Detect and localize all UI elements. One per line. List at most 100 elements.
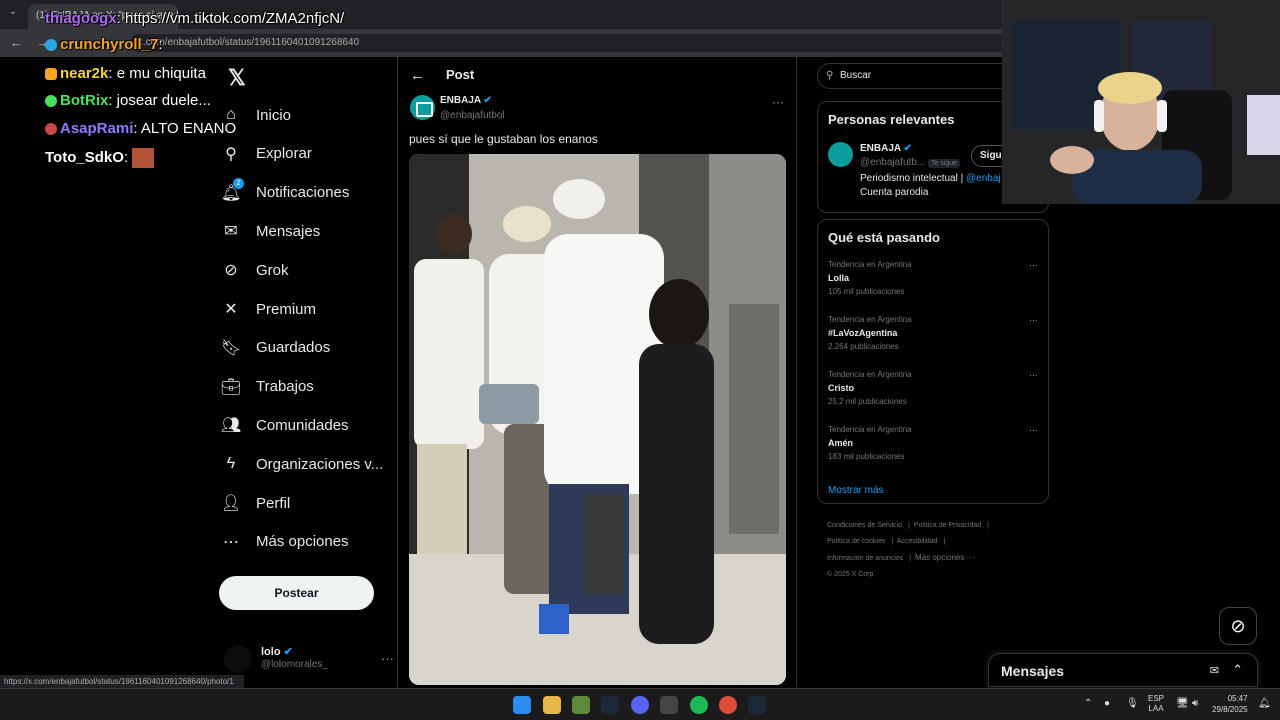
sidebar-item-notificaciones[interactable]: 🔔︎ 2 Notificaciones bbox=[220, 177, 395, 209]
sidebar-item-guardados[interactable]: 🔖︎ Guardados bbox=[220, 332, 395, 364]
badge-icon bbox=[45, 123, 57, 136]
new-message-icon[interactable]: ✉ bbox=[1210, 664, 1219, 677]
sidebar-item-trabajos[interactable]: 💼︎ Trabajos bbox=[220, 371, 395, 403]
trend-item[interactable]: Tendencia en Argentina #LaVozAgentina 2.26… bbox=[828, 315, 1038, 365]
footer-link[interactable]: Política de cookies bbox=[827, 538, 885, 545]
sidebar-item-más-opciones[interactable]: ⋯ Más opciones bbox=[220, 526, 395, 558]
app-icon[interactable] bbox=[572, 696, 590, 714]
post-button[interactable]: Postear bbox=[219, 576, 374, 610]
grok-button[interactable]: ⊘ bbox=[1219, 607, 1257, 645]
more-dots-icon[interactable]: ··· bbox=[1029, 370, 1038, 380]
volume-icon[interactable]: 🔊︎ bbox=[1192, 698, 1198, 709]
trend-item[interactable]: Tendencia en Argentina Cristo 25,2 mil pub… bbox=[828, 370, 1038, 420]
chat-message: crunchyroll_7: bbox=[45, 36, 163, 53]
footer-link[interactable]: Más opciones ··· bbox=[915, 553, 975, 562]
steam-icon[interactable] bbox=[601, 696, 619, 714]
relevant-bio-line2: Cuenta parodia bbox=[860, 187, 929, 198]
chat-text: : bbox=[158, 36, 163, 53]
photo-image bbox=[409, 154, 786, 685]
sidebar-item-premium[interactable]: ✕ Premium bbox=[220, 293, 395, 325]
badge-icon bbox=[45, 68, 57, 81]
trend-context: Tendencia en Argentina bbox=[828, 425, 912, 434]
show-more-link[interactable]: Mostrar más bbox=[828, 485, 884, 496]
trend-count: 105 mil publicaciones bbox=[828, 287, 905, 296]
microphone-icon[interactable]: 🎙︎ bbox=[1126, 698, 1139, 709]
sidebar-item-organizaciones-v[interactable]: ϟ Organizaciones v... bbox=[220, 448, 395, 480]
bell-icon: 🔔︎ 2 bbox=[220, 177, 244, 204]
author-avatar[interactable] bbox=[410, 95, 435, 120]
relevant-title: Personas relevantes bbox=[828, 112, 955, 127]
sidebar-item-perfil[interactable]: 👤︎ Perfil bbox=[220, 487, 395, 519]
footer-link[interactable]: Condiciones de Servicio bbox=[827, 522, 902, 529]
file-explorer-icon[interactable] bbox=[543, 696, 561, 714]
footer-link[interactable]: Información de anuncios bbox=[827, 555, 903, 562]
post-text: pues sí que le gustaban los enanos bbox=[409, 132, 598, 146]
steam-icon[interactable] bbox=[748, 696, 766, 714]
obs-icon[interactable] bbox=[660, 696, 678, 714]
chat-username: AsapRami bbox=[60, 120, 134, 137]
back-arrow-icon[interactable]: ← bbox=[410, 67, 425, 84]
relevant-avatar[interactable] bbox=[828, 142, 853, 167]
stream-chat-overlay: thiagoogx: https://vm.tiktok.com/ZMA2nfj… bbox=[0, 0, 400, 175]
tray-chevron-icon[interactable]: ⌃ bbox=[1084, 698, 1092, 709]
trend-item[interactable]: Tendencia en Argentina Amén 183 mil public… bbox=[828, 425, 1038, 475]
author-name[interactable]: ENBAJA ✔ bbox=[440, 95, 492, 106]
trends-box: Qué está pasando Tendencia en Argentina L… bbox=[817, 219, 1049, 504]
avatar bbox=[224, 645, 252, 673]
clock[interactable]: 05:47 29/8/2025 bbox=[1212, 693, 1248, 715]
sidebar-item-label: Organizaciones v... bbox=[256, 455, 384, 473]
windows-start-icon[interactable] bbox=[513, 696, 531, 714]
verified-icon: ✔ bbox=[903, 143, 912, 154]
chrome-icon[interactable] bbox=[719, 696, 737, 714]
grok-icon: ⊘ bbox=[224, 262, 238, 280]
bio-link[interactable]: @enbaj bbox=[966, 173, 1001, 184]
chat-text: : bbox=[123, 148, 129, 166]
author-handle[interactable]: @enbajafutbol bbox=[440, 110, 505, 121]
sidebar-item-comunidades[interactable]: 👥︎ Comunidades bbox=[220, 409, 395, 441]
chat-message: near2k: e mu chiquita bbox=[45, 65, 206, 82]
trend-name: #LaVozAgentina bbox=[828, 328, 898, 338]
sidebar-item-label: Más opciones bbox=[256, 533, 349, 551]
chat-text: : josear duele... bbox=[108, 92, 211, 109]
more-dots-icon[interactable]: ··· bbox=[1029, 260, 1038, 270]
chat-username: Toto_SdkO bbox=[45, 148, 124, 166]
spotify-icon[interactable] bbox=[690, 696, 708, 714]
relevant-bio: Periodismo intelectual | @enbaj bbox=[860, 173, 1001, 184]
messages-drawer[interactable]: Mensajes ✉ ⌃ bbox=[988, 653, 1258, 687]
sidebar-item-mensajes[interactable]: ✉ Mensajes bbox=[220, 215, 395, 247]
post-photo[interactable] bbox=[409, 154, 786, 685]
footer-link[interactable]: Accesibilidad bbox=[897, 538, 938, 545]
expand-icon[interactable]: ⌃ bbox=[1232, 662, 1243, 678]
trend-name: Amén bbox=[828, 438, 854, 448]
more-dots-icon[interactable]: ··· bbox=[1029, 425, 1038, 435]
more-dots-icon[interactable]: ··· bbox=[381, 651, 394, 666]
footer-link[interactable]: Política de Privacidad bbox=[914, 522, 981, 529]
trend-item[interactable]: Tendencia en Argentina Lolla 105 mil publi… bbox=[828, 260, 1038, 310]
chat-message: thiagoogx: https://vm.tiktok.com/ZMA2nfj… bbox=[45, 10, 344, 27]
verified-icon: ✔ bbox=[483, 95, 492, 106]
verified-icon: ✔ bbox=[283, 646, 293, 658]
more-dots-icon[interactable]: ··· bbox=[772, 95, 784, 109]
account-switcher[interactable]: lolo ✔ @lolomorales_ ··· bbox=[224, 637, 394, 677]
trend-count: 25,2 mil publicaciones bbox=[828, 397, 907, 406]
copyright-text: © 2025 X Corp. bbox=[827, 571, 876, 578]
sidebar-item-grok[interactable]: ⊘ Grok bbox=[220, 254, 395, 286]
tray-app-icon[interactable]: ● bbox=[1104, 698, 1110, 709]
search-placeholder: Buscar bbox=[840, 70, 872, 81]
notification-icon[interactable]: 🔔︎ bbox=[1258, 698, 1271, 709]
network-icon[interactable]: 🖥︎ bbox=[1176, 698, 1189, 709]
discord-icon[interactable] bbox=[631, 696, 649, 714]
sidebar-item-label: Notificaciones bbox=[256, 184, 350, 202]
chat-username: crunchyroll_7 bbox=[60, 36, 159, 53]
language-indicator[interactable]: ESP LAA bbox=[1148, 694, 1164, 714]
webcam-overlay bbox=[1002, 0, 1280, 204]
post-header: ← Post bbox=[398, 57, 798, 93]
search-input[interactable]: ⚲ Buscar bbox=[817, 63, 1017, 89]
chat-text: : e mu chiquita bbox=[108, 65, 206, 82]
status-bar-url: https://x.com/enbajafutbol/status/196116… bbox=[0, 675, 244, 688]
relevant-name[interactable]: ENBAJA ✔ bbox=[860, 143, 912, 154]
sidebar-item-label: Premium bbox=[256, 300, 317, 318]
emote-icon bbox=[132, 148, 155, 168]
more-dots-icon[interactable]: ··· bbox=[1029, 315, 1038, 325]
webcam-image bbox=[1002, 0, 1280, 204]
